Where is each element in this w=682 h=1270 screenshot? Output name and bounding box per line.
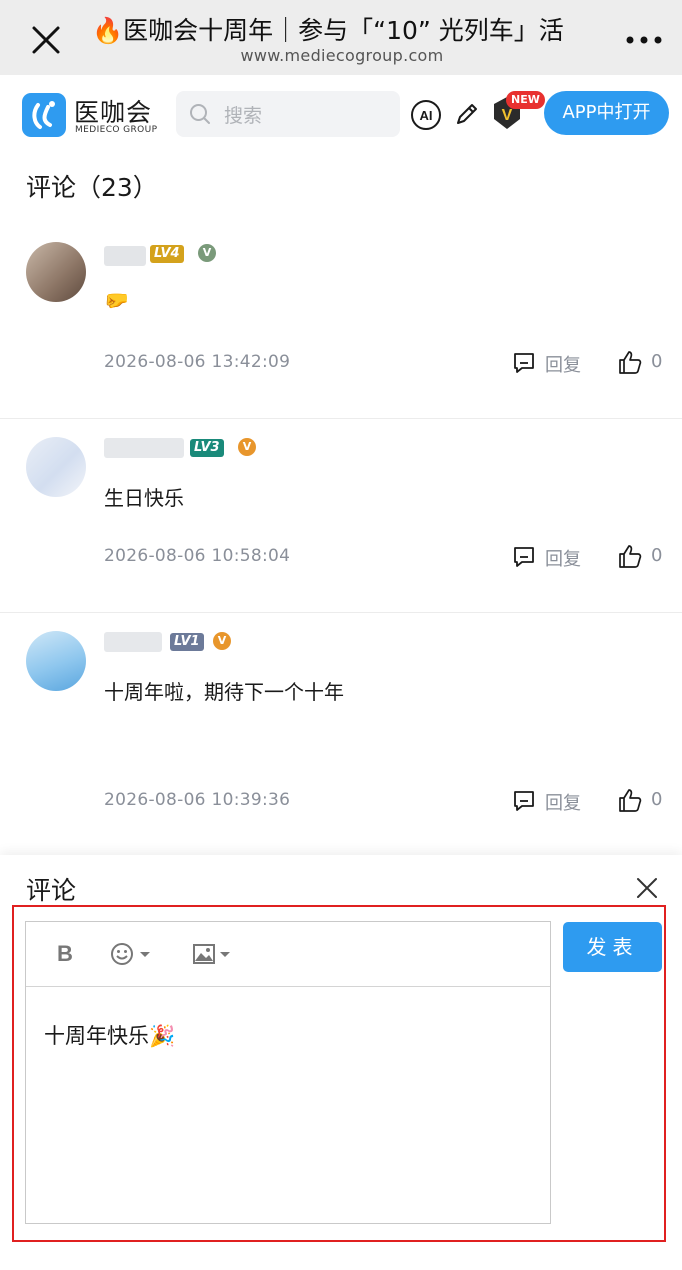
page-title: 🔥医咖会十周年｜参与「“10” 光列车」活 xyxy=(92,16,564,45)
logo-subtitle: MEDIECO GROUP xyxy=(75,125,158,135)
compose-title: 评论 xyxy=(26,876,77,905)
search-placeholder: 搜索 xyxy=(224,105,263,127)
ai-icon[interactable]: AI xyxy=(410,99,442,131)
verified-badge: V xyxy=(238,438,256,456)
image-icon[interactable] xyxy=(192,940,234,968)
divider xyxy=(0,612,682,613)
like-count: 0 xyxy=(651,789,663,810)
comment-text: 十周年啦，期待下一个十年 xyxy=(104,680,344,704)
vip-icon-label: V xyxy=(502,107,513,124)
page-url: www.mediecogroup.com xyxy=(240,46,444,65)
comment-compose-panel: 评论 B 十周年快乐🎉 发表 xyxy=(0,855,682,1270)
level-badge: LV4 xyxy=(150,245,184,263)
search-input[interactable]: 搜索 xyxy=(176,91,400,137)
logo-icon[interactable] xyxy=(22,93,66,137)
comment-text: 🤛 xyxy=(104,288,129,312)
comment-time: 2026-08-06 10:58:04 xyxy=(104,546,291,566)
browser-bar: 🔥医咖会十周年｜参与「“10” 光列车」活 www.mediecogroup.c… xyxy=(0,0,682,75)
level-badge: LV3 xyxy=(190,439,224,457)
comment-text: 生日快乐 xyxy=(104,486,184,510)
reply-icon[interactable] xyxy=(512,789,536,813)
ai-icon-label: AI xyxy=(420,108,433,123)
comments-heading: 评论（23） xyxy=(26,173,158,202)
like-count: 0 xyxy=(651,545,663,566)
bold-button[interactable]: B xyxy=(52,940,78,968)
avatar[interactable] xyxy=(26,242,86,302)
site-header: 医咖会 MEDIECO GROUP 搜索 AI V NEW APP中打开 xyxy=(0,75,682,155)
thumbs-up-icon[interactable] xyxy=(617,543,643,569)
comment-input[interactable]: 十周年快乐🎉 xyxy=(44,1020,175,1050)
new-badge: NEW xyxy=(506,91,545,109)
logo-name[interactable]: 医咖会 xyxy=(74,93,152,129)
reply-button[interactable]: 回复 xyxy=(545,351,581,377)
level-badge: LV1 xyxy=(170,633,204,651)
username-blurred[interactable] xyxy=(104,438,184,458)
verified-badge: V xyxy=(198,244,216,262)
emoji-icon[interactable] xyxy=(110,940,154,968)
close-icon[interactable] xyxy=(634,875,660,901)
comment-time: 2026-08-06 10:39:36 xyxy=(104,790,291,810)
editor-toolbar: B xyxy=(26,922,550,987)
comment-time: 2026-08-06 13:42:09 xyxy=(104,352,291,372)
avatar[interactable] xyxy=(26,631,86,691)
username-blurred[interactable] xyxy=(104,632,162,652)
search-icon xyxy=(190,104,210,124)
pencil-icon[interactable] xyxy=(452,99,482,129)
comment-editor[interactable]: B 十周年快乐🎉 xyxy=(25,921,551,1224)
reply-icon[interactable] xyxy=(512,545,536,569)
reply-icon[interactable] xyxy=(512,351,536,375)
open-in-app-button[interactable]: APP中打开 xyxy=(544,91,669,135)
avatar[interactable] xyxy=(26,437,86,497)
thumbs-up-icon[interactable] xyxy=(617,349,643,375)
more-icon[interactable] xyxy=(622,22,666,58)
like-count: 0 xyxy=(651,351,663,372)
username-blurred[interactable] xyxy=(104,246,146,266)
reply-button[interactable]: 回复 xyxy=(545,789,581,815)
divider xyxy=(0,418,682,419)
verified-badge: V xyxy=(213,632,231,650)
close-icon[interactable] xyxy=(26,20,66,60)
submit-button[interactable]: 发表 xyxy=(563,922,662,972)
thumbs-up-icon[interactable] xyxy=(617,787,643,813)
reply-button[interactable]: 回复 xyxy=(545,545,581,571)
